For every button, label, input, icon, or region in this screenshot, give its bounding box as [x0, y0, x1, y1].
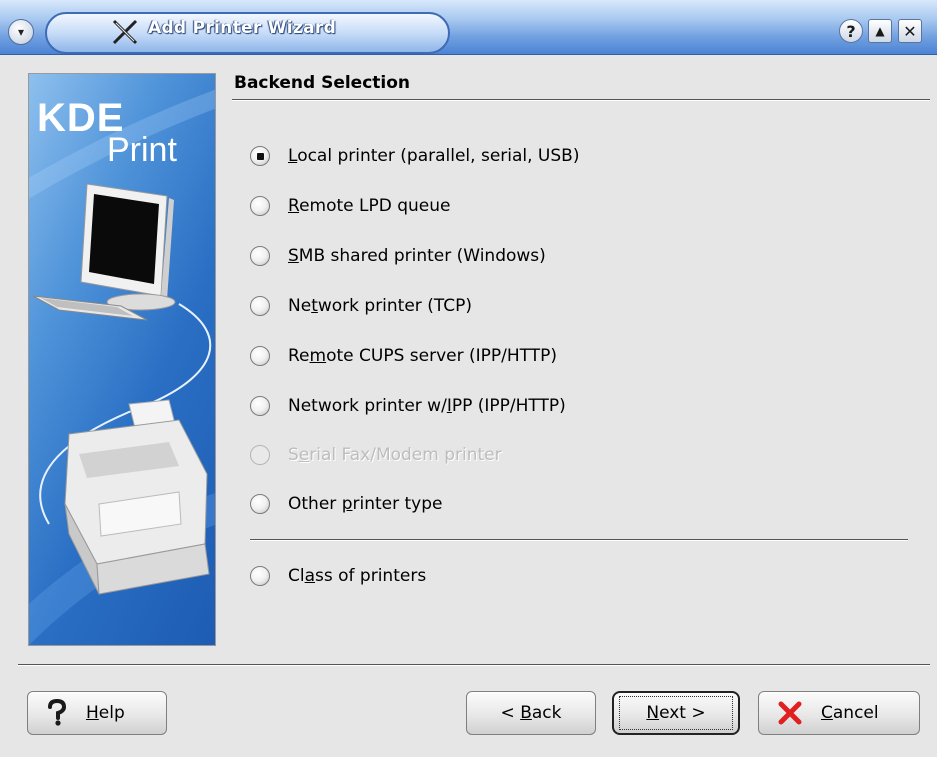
cancel-button-label: Cancel	[821, 703, 879, 723]
help-button-label: Help	[86, 703, 125, 723]
radio-label: Remote CUPS server (IPP/HTTP)	[288, 346, 557, 366]
red-x-icon	[777, 700, 803, 726]
radio-button[interactable]	[250, 396, 270, 416]
option-remote-cups[interactable]: Remote CUPS server (IPP/HTTP)	[250, 342, 557, 370]
help-button[interactable]: Help	[27, 691, 167, 735]
radio-label: Local printer (parallel, serial, USB)	[288, 146, 580, 166]
option-remote-lpd[interactable]: Remote LPD queue	[250, 192, 451, 220]
kdeprint-banner: KDE Print	[28, 73, 216, 646]
monitor-icon	[32, 183, 176, 321]
radio-button[interactable]	[250, 566, 270, 586]
option-other-type[interactable]: Other printer type	[250, 490, 442, 518]
chevron-down-icon: ▾	[17, 25, 25, 39]
option-local-printer[interactable]: Local printer (parallel, serial, USB)	[250, 142, 579, 170]
radio-button[interactable]	[250, 346, 270, 366]
radio-button[interactable]	[250, 146, 270, 166]
option-network-ipp[interactable]: Network printer w/IPP (IPP/HTTP)	[250, 392, 566, 420]
close-button[interactable]: ✕	[898, 19, 922, 43]
radio-label: Remote LPD queue	[288, 196, 451, 216]
button-divider	[18, 664, 930, 666]
radio-label: Network printer (TCP)	[288, 296, 472, 316]
options-divider	[250, 539, 908, 541]
radio-button	[250, 445, 270, 465]
banner-logo-print: Print	[107, 131, 177, 169]
radio-label: SMB shared printer (Windows)	[288, 246, 546, 266]
next-button-focus: Next >	[619, 696, 733, 730]
printer-icon	[64, 399, 210, 595]
maximize-button[interactable]: ▲	[868, 19, 892, 43]
title-bar[interactable]: ▾ Add Printer Wizard ? ▲ ✕	[0, 0, 937, 55]
option-smb-shared[interactable]: SMB shared printer (Windows)	[250, 242, 546, 270]
close-icon: ✕	[903, 21, 917, 41]
question-mark-icon: ?	[846, 21, 856, 41]
radio-button[interactable]	[250, 296, 270, 316]
section-divider	[232, 99, 930, 101]
radio-label: Other printer type	[288, 494, 443, 514]
next-button-label: Next >	[646, 703, 706, 723]
maximize-icon: ▲	[875, 24, 885, 38]
option-class-of-printers[interactable]: Class of printers	[250, 562, 426, 590]
window-menu-button[interactable]: ▾	[8, 19, 34, 45]
question-mark-icon	[46, 699, 68, 727]
radio-label: Serial Fax/Modem printer	[288, 445, 502, 465]
printer-wizard-icon	[112, 19, 138, 45]
section-title: Backend Selection	[234, 73, 411, 93]
option-serial-fax: Serial Fax/Modem printer	[250, 441, 502, 469]
cancel-button[interactable]: Cancel	[758, 691, 920, 735]
back-button[interactable]: < Back	[466, 691, 596, 735]
radio-button[interactable]	[250, 494, 270, 514]
radio-label: Network printer w/IPP (IPP/HTTP)	[288, 396, 566, 416]
next-button[interactable]: Next >	[612, 691, 740, 735]
window-title: Add Printer Wizard	[148, 18, 337, 38]
option-network-tcp[interactable]: Network printer (TCP)	[250, 292, 472, 320]
context-help-button[interactable]: ?	[839, 19, 863, 43]
radio-button[interactable]	[250, 196, 270, 216]
radio-button[interactable]	[250, 246, 270, 266]
radio-label: Class of printers	[288, 566, 427, 586]
back-button-label: < Back	[500, 703, 562, 723]
